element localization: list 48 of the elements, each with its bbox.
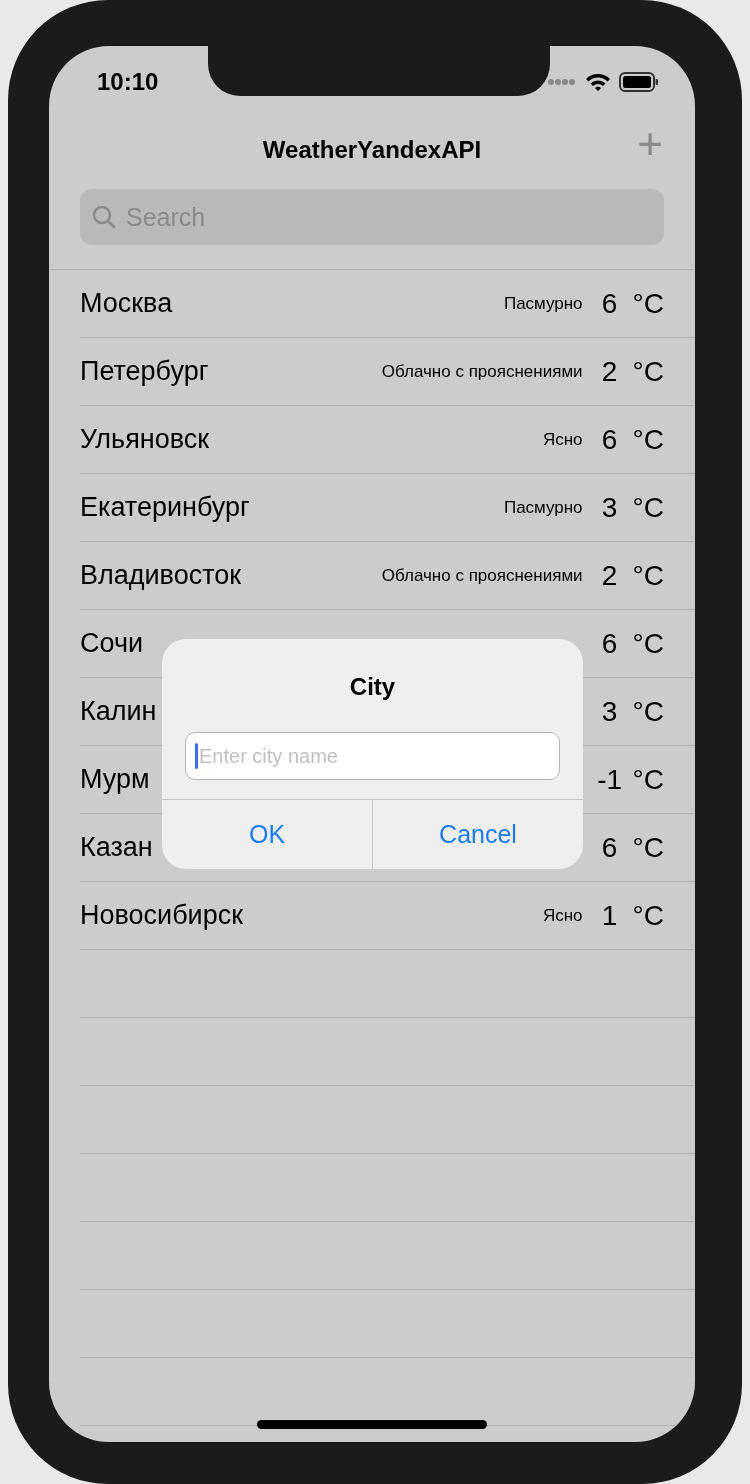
signal-icon	[547, 78, 577, 86]
alert-button[interactable]: Cancel	[372, 800, 583, 869]
nav-title: WeatherYandexAPI	[262, 134, 482, 165]
temperature-unit: °C	[632, 762, 664, 797]
temperature-unit: °C	[632, 830, 664, 865]
weather-condition: Пасмурно	[503, 292, 583, 315]
temperature: 6	[600, 286, 619, 321]
alert-button[interactable]: OK	[162, 800, 372, 869]
temperature-unit: °C	[632, 490, 664, 525]
city-name: Калин	[80, 695, 157, 729]
weather-condition: Облачно с прояснениями	[381, 564, 583, 587]
city-name: Сочи	[80, 627, 144, 661]
city-name: Мурм	[80, 763, 150, 797]
temperature: 1	[600, 898, 619, 933]
temperature-unit: °C	[632, 558, 664, 593]
temperature: 2	[600, 558, 619, 593]
temperature-unit: °C	[632, 422, 664, 457]
temperature: 2	[600, 354, 619, 389]
status-time: 10:10	[97, 67, 159, 97]
temperature: 6	[600, 422, 619, 457]
temperature: 6	[600, 830, 619, 865]
weather-condition: Облачно с прояснениями	[381, 360, 583, 383]
battery-icon	[619, 72, 659, 92]
city-name: Екатеринбург	[80, 491, 250, 525]
wifi-icon	[585, 72, 611, 92]
weather-condition: Ясно	[542, 428, 583, 451]
weather-condition: Пасмурно	[503, 496, 583, 519]
city-name: Ульяновск	[80, 423, 210, 457]
temperature: 3	[600, 694, 619, 729]
city-name: Петербург	[80, 355, 209, 389]
temperature-unit: °C	[632, 286, 664, 321]
search-icon	[92, 205, 116, 229]
city-input-field[interactable]: Enter city name	[185, 732, 560, 780]
temperature: 3	[600, 490, 619, 525]
temperature-unit: °C	[632, 354, 664, 389]
city-name: Новосибирск	[80, 899, 244, 933]
city-name: Москва	[80, 287, 173, 321]
city-name: Казан	[80, 831, 153, 865]
alert-title: City	[349, 671, 396, 702]
text-cursor	[195, 743, 198, 769]
weather-condition: Ясно	[542, 904, 583, 927]
add-button[interactable]: +	[637, 122, 663, 166]
temperature-unit: °C	[632, 898, 664, 933]
temperature: -1	[596, 762, 624, 797]
city-name: Владивосток	[80, 559, 242, 593]
temperature-unit: °C	[632, 694, 664, 729]
temperature-unit: °C	[632, 626, 664, 661]
temperature: 6	[600, 626, 619, 661]
